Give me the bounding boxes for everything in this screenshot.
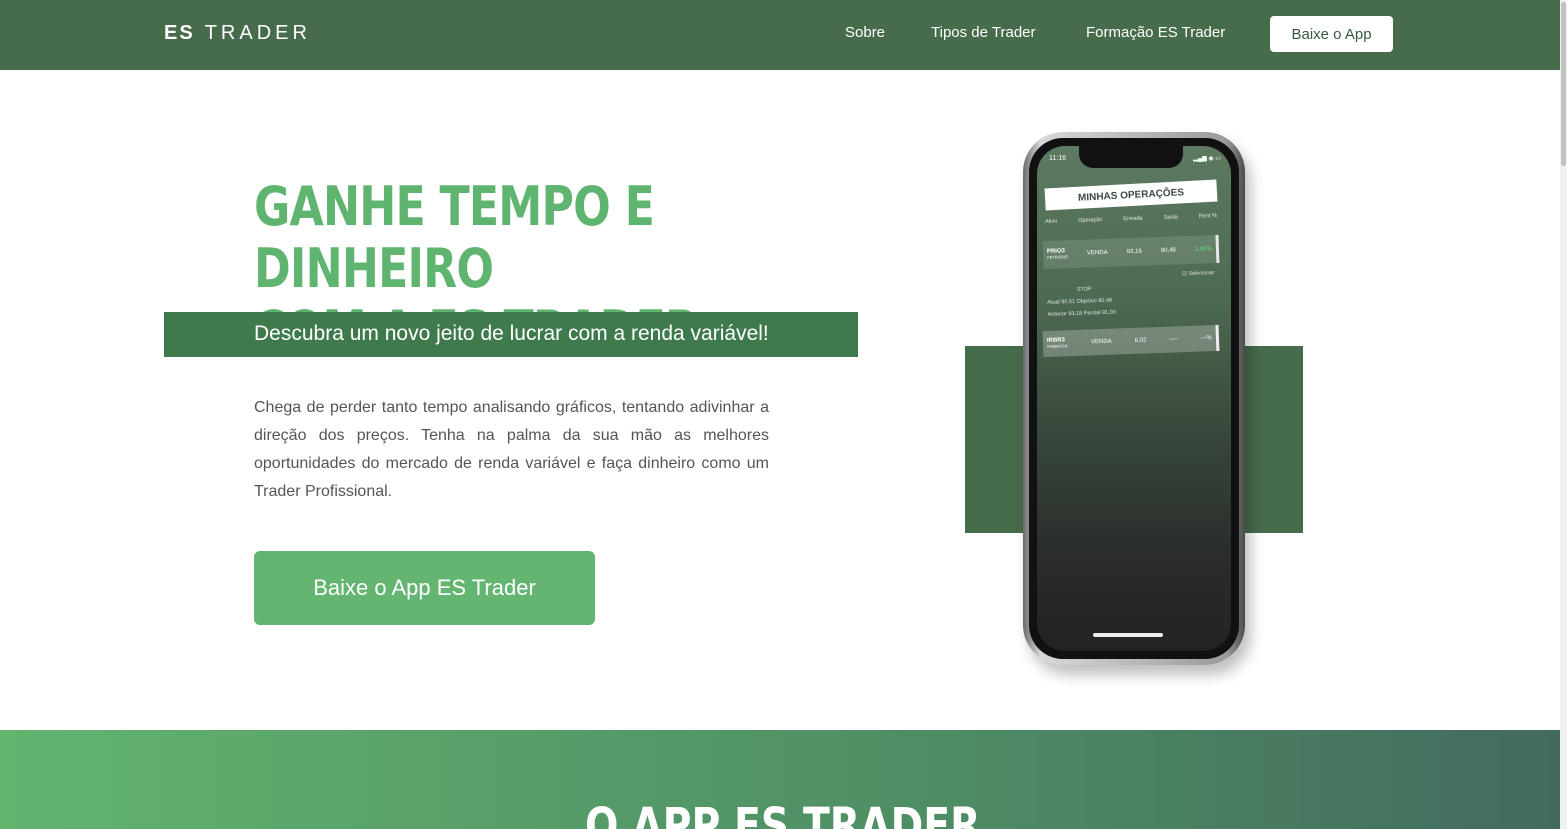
phone-home-indicator: [1093, 633, 1163, 637]
phone-header-rent: Rent %: [1198, 213, 1218, 220]
nav-link-sobre[interactable]: Sobre: [845, 24, 885, 41]
brand-logo[interactable]: ES TRADER: [164, 22, 311, 45]
phone-row-entry: 93,16: [1126, 248, 1142, 256]
brand-logo-bold: ES: [164, 22, 195, 44]
phone-row-pct: 2,96%: [1194, 246, 1213, 253]
navbar: ES TRADER Sobre Tipos de Trader Formação…: [0, 0, 1560, 70]
phone-header-operacao: Operação: [1078, 217, 1103, 224]
phone-row-asset-name: PETRORIO: [1047, 254, 1069, 260]
phone-row2-op: VENDA: [1090, 338, 1112, 346]
page: ES TRADER Sobre Tipos de Trader Formação…: [0, 0, 1567, 829]
hero-subtitle: Descubra um novo jeito de lucrar com a r…: [254, 322, 769, 345]
hero-description: Chega de perder tanto tempo analisando g…: [254, 399, 769, 500]
nav-link-formacao[interactable]: Formação ES Trader: [1086, 24, 1225, 41]
phone-bezel: 11:16 ▂▄▆ ◉ ▭ MINHAS OPERAÇÕES Ativo Ope…: [1029, 138, 1239, 659]
phone-header-ativo: Ativo: [1044, 218, 1058, 225]
phone-notch: [1079, 146, 1183, 168]
phone-row-op: VENDA: [1086, 249, 1108, 257]
phone-row2-asset: IRBR3 IRBBRASIL: [1047, 337, 1068, 350]
phone-mockup: 11:16 ▂▄▆ ◉ ▭ MINHAS OPERAÇÕES Ativo Ope…: [1023, 132, 1245, 665]
phone-operation-row: IRBR3 IRBBRASIL VENDA 6,02 ---- ---%: [1042, 324, 1220, 358]
phone-operation-row: PRIO3 PETRORIO VENDA 93,16 90,48 2,96%: [1042, 234, 1220, 270]
phone-row-asset: PRIO3 PETRORIO: [1047, 248, 1068, 261]
hero-download-button[interactable]: Baixe o App ES Trader: [254, 551, 595, 625]
nav-link-tipos-de-trader[interactable]: Tipos de Trader: [931, 24, 1036, 41]
phone-column-headers: Ativo Operação Entrada Saída Rent %: [1045, 213, 1217, 225]
brand-logo-light: TRADER: [204, 22, 311, 44]
phone-row-exit: 90,48: [1160, 247, 1176, 254]
phone-row2-exit: ----: [1169, 336, 1178, 343]
phone-row2-entry: 6,02: [1134, 337, 1147, 344]
page-scrollbar[interactable]: [1560, 0, 1567, 829]
nav-download-button[interactable]: Baixe o App: [1270, 16, 1393, 52]
phone-row2-pct: ---%: [1200, 335, 1213, 342]
phone-row-detail: ☑ Selecionar STOP Atual 90,51 Objetivo 9…: [1046, 267, 1216, 321]
phone-row2-asset-name: IRBBRASIL: [1047, 343, 1069, 349]
phone-header-saida: Saída: [1163, 214, 1179, 221]
phone-screen-title: MINHAS OPERAÇÕES: [1044, 179, 1218, 211]
scrollbar-thumb[interactable]: [1561, 2, 1566, 166]
hero-title-line1: GANHE TEMPO E DINHEIRO: [254, 175, 655, 300]
phone-header-entrada: Entrada: [1123, 215, 1143, 223]
app-section: O APP ES TRADER: [0, 730, 1560, 829]
phone-screen: 11:16 ▂▄▆ ◉ ▭ MINHAS OPERAÇÕES Ativo Ope…: [1037, 146, 1231, 651]
app-section-title: O APP ES TRADER: [585, 798, 981, 829]
phone-status-time: 11:16: [1049, 155, 1066, 162]
phone-status-icons: ▂▄▆ ◉ ▭: [1193, 156, 1221, 162]
